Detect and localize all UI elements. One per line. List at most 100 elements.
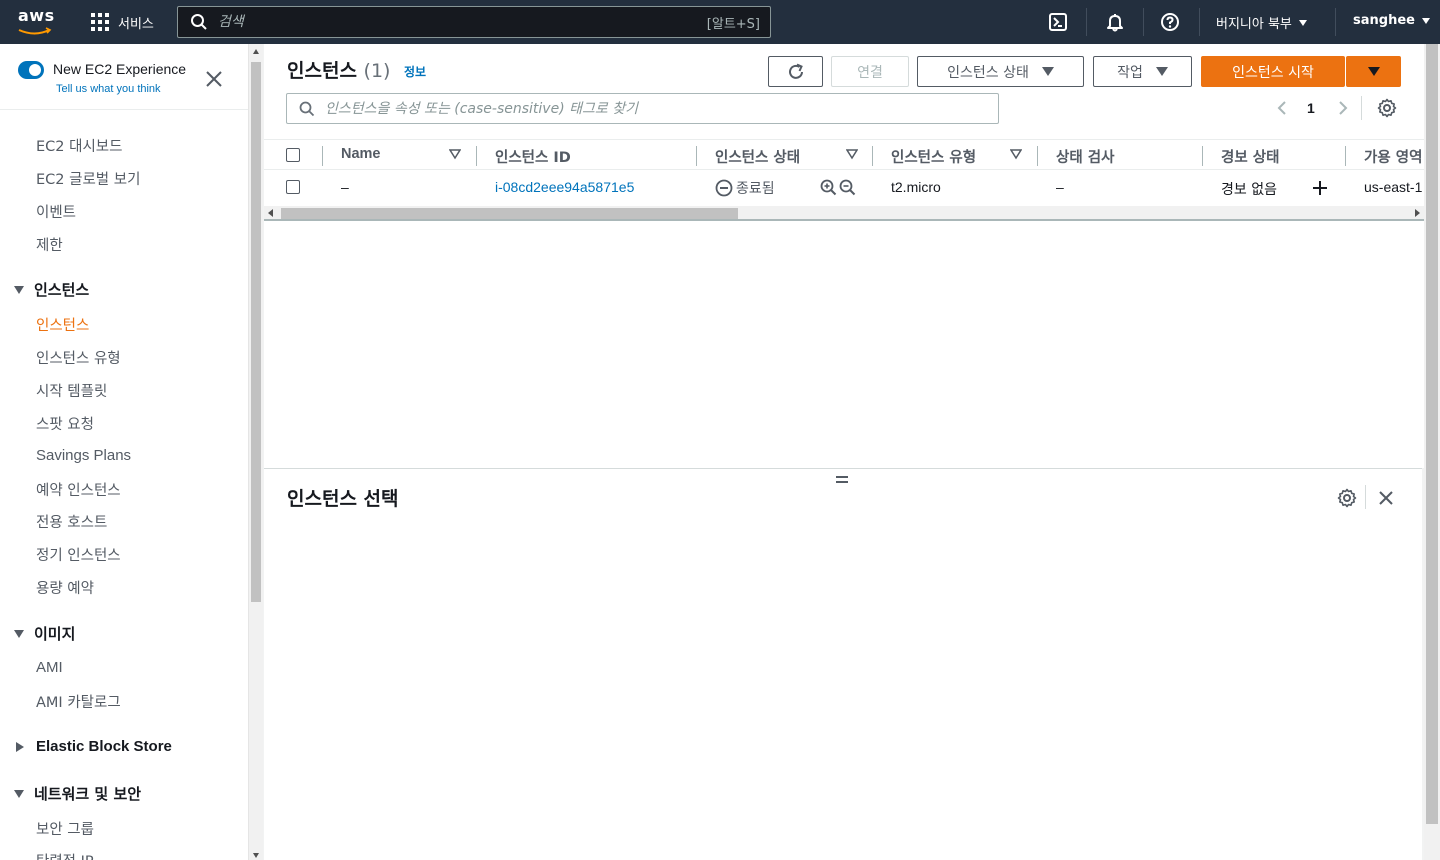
table-row[interactable]: – i-08cd2eee94a5871e5 종료됨 t2.micro – 경보 …: [264, 170, 1424, 204]
bell-icon[interactable]: [1105, 12, 1125, 32]
split-panel-title: 인스턴스 선택: [287, 488, 399, 510]
scrollbar-thumb[interactable]: [281, 208, 738, 219]
search-input[interactable]: [218, 14, 707, 30]
top-navigation: aws 서비스 [알트+S] 버지니아 북부: [0, 0, 1440, 44]
cell-instance-id-link[interactable]: i-08cd2eee94a5871e5: [495, 179, 634, 195]
zoom-in-icon[interactable]: [820, 179, 837, 196]
scroll-down-arrow-icon[interactable]: [253, 853, 259, 858]
services-menu-button[interactable]: 서비스: [91, 11, 154, 33]
row-checkbox[interactable]: [286, 180, 300, 194]
aws-logo-text: aws: [18, 6, 55, 25]
column-header-instance-state[interactable]: 인스턴스 상태: [715, 146, 800, 167]
expand-caret-icon: [14, 789, 24, 798]
filter-input[interactable]: [325, 100, 998, 117]
new-experience-title: New EC2 Experience: [53, 61, 187, 77]
resize-handle-icon[interactable]: [836, 476, 850, 484]
new-experience-toggle[interactable]: [18, 61, 44, 79]
sidebar-item-global-view[interactable]: EC2 글로벌 보기: [36, 168, 140, 189]
scroll-left-arrow-icon[interactable]: [268, 209, 273, 217]
launch-instances-dropdown[interactable]: [1346, 56, 1401, 87]
column-header-availability-zone[interactable]: 가용 영역: [1364, 146, 1422, 167]
sidebar-item-instance-types[interactable]: 인스턴스 유형: [36, 347, 121, 368]
sidebar-item-launch-templates[interactable]: 시작 템플릿: [36, 380, 107, 401]
sidebar-item-reserved-instances[interactable]: 예약 인스턴스: [36, 479, 121, 500]
scroll-up-arrow-icon[interactable]: [253, 49, 259, 54]
sort-icon[interactable]: [1010, 148, 1022, 160]
collapse-caret-icon: [16, 741, 24, 752]
sidebar-item-instances[interactable]: 인스턴스: [36, 314, 89, 335]
cell-status-check: –: [1056, 179, 1064, 195]
sidebar-item-limits[interactable]: 제한: [36, 234, 63, 255]
previous-page-icon[interactable]: [1274, 100, 1290, 116]
dropdown-caret-icon: [1155, 67, 1168, 76]
sidebar-item-spot-requests[interactable]: 스팟 요청: [36, 413, 94, 434]
close-icon[interactable]: [204, 69, 224, 89]
sidebar-item-security-groups[interactable]: 보안 그룹: [36, 818, 94, 839]
account-menu[interactable]: sanghee: [1353, 13, 1430, 28]
sidebar-section-ebs[interactable]: Elastic Block Store: [14, 738, 172, 755]
column-divider: [322, 146, 323, 166]
sort-icon[interactable]: [449, 148, 461, 160]
region-selector[interactable]: 버지니아 북부: [1216, 13, 1307, 32]
page-number[interactable]: 1: [1307, 100, 1315, 116]
scroll-right-arrow-icon[interactable]: [1415, 209, 1420, 217]
nav-divider: [1199, 8, 1200, 36]
zoom-out-icon[interactable]: [839, 179, 856, 196]
instance-count: (1): [363, 60, 391, 82]
sidebar-item-ec2-dashboard[interactable]: EC2 대시보드: [36, 135, 122, 156]
column-divider: [476, 146, 477, 166]
add-alarm-plus-icon[interactable]: [1311, 179, 1329, 197]
instance-filter[interactable]: [286, 93, 999, 124]
connect-button[interactable]: 연결: [831, 56, 909, 87]
refresh-button[interactable]: [768, 56, 823, 87]
instance-state-button[interactable]: 인스턴스 상태: [917, 56, 1084, 87]
scrollbar-thumb[interactable]: [1426, 44, 1438, 824]
cell-instance-state: 종료됨: [715, 178, 775, 198]
sidebar-item-ami-catalog[interactable]: AMI 카탈로그: [36, 691, 121, 712]
sort-icon[interactable]: [846, 148, 858, 160]
services-label: 서비스: [118, 15, 154, 31]
sidebar-item-elastic-ips[interactable]: 탄력적 IP: [36, 850, 94, 860]
cloudshell-icon[interactable]: [1048, 12, 1068, 32]
scrollbar-thumb[interactable]: [251, 62, 261, 602]
preferences-gear-icon[interactable]: [1377, 98, 1397, 118]
section-label: 네트워크 및 보안: [34, 785, 142, 803]
info-link[interactable]: 정보: [404, 63, 426, 80]
page-scrollbar[interactable]: [1424, 44, 1440, 860]
global-search[interactable]: [알트+S]: [177, 6, 771, 38]
section-label: 이미지: [34, 625, 76, 643]
sidebar-section-network-security[interactable]: 네트워크 및 보안: [14, 783, 141, 804]
sidebar-scrollbar[interactable]: [248, 44, 263, 860]
aws-logo[interactable]: aws: [18, 8, 58, 36]
close-icon[interactable]: [1376, 488, 1396, 508]
split-panel: 인스턴스 선택: [264, 468, 1422, 860]
actions-button[interactable]: 작업: [1093, 56, 1192, 87]
table-horizontal-scrollbar[interactable]: [264, 206, 1424, 221]
launch-instances-button[interactable]: 인스턴스 시작: [1201, 56, 1345, 87]
sidebar-item-ami[interactable]: AMI: [36, 659, 63, 676]
sidebar-item-scheduled-instances[interactable]: 정기 인스턴스: [36, 544, 121, 565]
column-header-name[interactable]: Name: [341, 146, 381, 162]
sidebar-section-instances[interactable]: 인스턴스: [14, 279, 89, 300]
expand-caret-icon: [14, 629, 24, 638]
column-header-instance-id[interactable]: 인스턴스 ID: [495, 146, 571, 167]
select-all-checkbox[interactable]: [286, 148, 300, 162]
region-label: 버지니아 북부: [1216, 17, 1292, 32]
expand-caret-icon: [14, 285, 24, 294]
dropdown-caret-icon: [1367, 67, 1380, 76]
actions-label: 작업: [1117, 64, 1143, 81]
next-page-icon[interactable]: [1335, 100, 1351, 116]
help-icon[interactable]: [1160, 12, 1180, 32]
sidebar-item-savings-plans[interactable]: Savings Plans: [36, 447, 131, 464]
sidebar-item-capacity-reservations[interactable]: 용량 예약: [36, 577, 94, 598]
column-header-alarm-status[interactable]: 경보 상태: [1221, 146, 1279, 167]
column-header-instance-type[interactable]: 인스턴스 유형: [891, 146, 976, 167]
sidebar-section-images[interactable]: 이미지: [14, 623, 75, 644]
column-header-status-check[interactable]: 상태 검사: [1056, 146, 1114, 167]
feedback-link[interactable]: Tell us what you think: [56, 83, 161, 95]
sidebar-item-dedicated-hosts[interactable]: 전용 호스트: [36, 511, 107, 532]
sidebar-item-events[interactable]: 이벤트: [36, 201, 76, 222]
split-panel-settings-gear-icon[interactable]: [1337, 488, 1357, 508]
split-panel-divider: [1365, 485, 1366, 509]
cell-az-clip: us-east-1: [1364, 170, 1424, 204]
